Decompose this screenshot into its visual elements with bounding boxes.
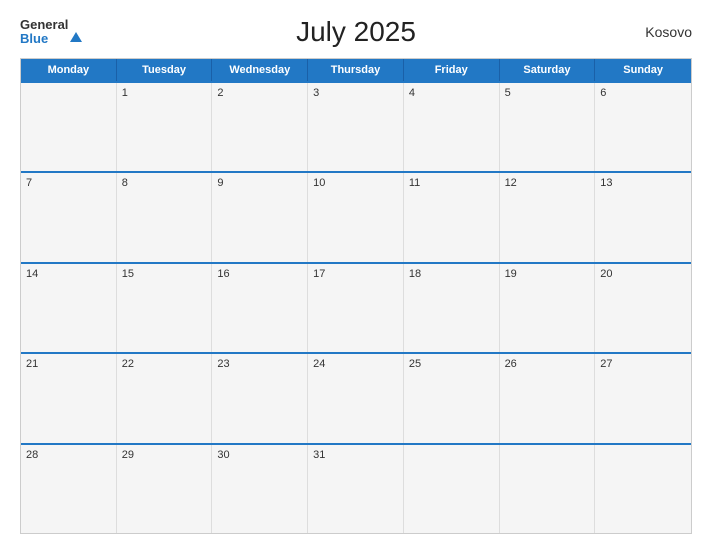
logo-blue-area: Blue — [20, 32, 48, 46]
cell-w4-fri: 25 — [404, 354, 500, 442]
cell-w4-mon: 21 — [21, 354, 117, 442]
cell-w4-sun: 27 — [595, 354, 691, 442]
page: General Blue July 2025 Kosovo Monday Tue… — [0, 0, 712, 550]
calendar-body: 1 2 3 4 5 6 7 8 9 10 11 12 13 14 15 16 1… — [21, 81, 691, 533]
country-label: Kosovo — [602, 24, 692, 40]
cell-w5-sun — [595, 445, 691, 533]
cell-w3-tue: 15 — [117, 264, 213, 352]
calendar-header-row: Monday Tuesday Wednesday Thursday Friday… — [21, 59, 691, 81]
cell-w2-sat: 12 — [500, 173, 596, 261]
cell-w3-thu: 17 — [308, 264, 404, 352]
cell-w2-wed: 9 — [212, 173, 308, 261]
cell-w1-thu: 3 — [308, 83, 404, 171]
cell-w1-fri: 4 — [404, 83, 500, 171]
week-3: 14 15 16 17 18 19 20 — [21, 262, 691, 352]
col-monday: Monday — [21, 59, 117, 81]
logo-triangle-icon — [70, 17, 82, 42]
cell-w4-tue: 22 — [117, 354, 213, 442]
cell-w4-sat: 26 — [500, 354, 596, 442]
cell-w3-sun: 20 — [595, 264, 691, 352]
week-5: 28 29 30 31 — [21, 443, 691, 533]
calendar-title: July 2025 — [110, 16, 602, 48]
logo: General Blue — [20, 18, 110, 47]
cell-w1-tue: 1 — [117, 83, 213, 171]
cell-w2-mon: 7 — [21, 173, 117, 261]
cell-w5-fri — [404, 445, 500, 533]
cell-w2-fri: 11 — [404, 173, 500, 261]
cell-w1-wed: 2 — [212, 83, 308, 171]
cell-w1-sun: 6 — [595, 83, 691, 171]
col-saturday: Saturday — [500, 59, 596, 81]
col-friday: Friday — [404, 59, 500, 81]
cell-w2-sun: 13 — [595, 173, 691, 261]
col-tuesday: Tuesday — [117, 59, 213, 81]
logo-general-text: General — [20, 18, 82, 32]
cell-w5-wed: 30 — [212, 445, 308, 533]
cell-w5-thu: 31 — [308, 445, 404, 533]
week-2: 7 8 9 10 11 12 13 — [21, 171, 691, 261]
cell-w2-tue: 8 — [117, 173, 213, 261]
col-thursday: Thursday — [308, 59, 404, 81]
cell-w3-mon: 14 — [21, 264, 117, 352]
cell-w4-wed: 23 — [212, 354, 308, 442]
col-wednesday: Wednesday — [212, 59, 308, 81]
cell-w5-mon: 28 — [21, 445, 117, 533]
logo-blue-text: Blue — [20, 32, 48, 46]
cell-w3-sat: 19 — [500, 264, 596, 352]
cell-w1-sat: 5 — [500, 83, 596, 171]
cell-w4-thu: 24 — [308, 354, 404, 442]
cell-w1-mon — [21, 83, 117, 171]
week-1: 1 2 3 4 5 6 — [21, 81, 691, 171]
col-sunday: Sunday — [595, 59, 691, 81]
header: General Blue July 2025 Kosovo — [20, 16, 692, 48]
cell-w3-fri: 18 — [404, 264, 500, 352]
calendar: Monday Tuesday Wednesday Thursday Friday… — [20, 58, 692, 534]
cell-w3-wed: 16 — [212, 264, 308, 352]
cell-w5-sat — [500, 445, 596, 533]
cell-w5-tue: 29 — [117, 445, 213, 533]
cell-w2-thu: 10 — [308, 173, 404, 261]
week-4: 21 22 23 24 25 26 27 — [21, 352, 691, 442]
